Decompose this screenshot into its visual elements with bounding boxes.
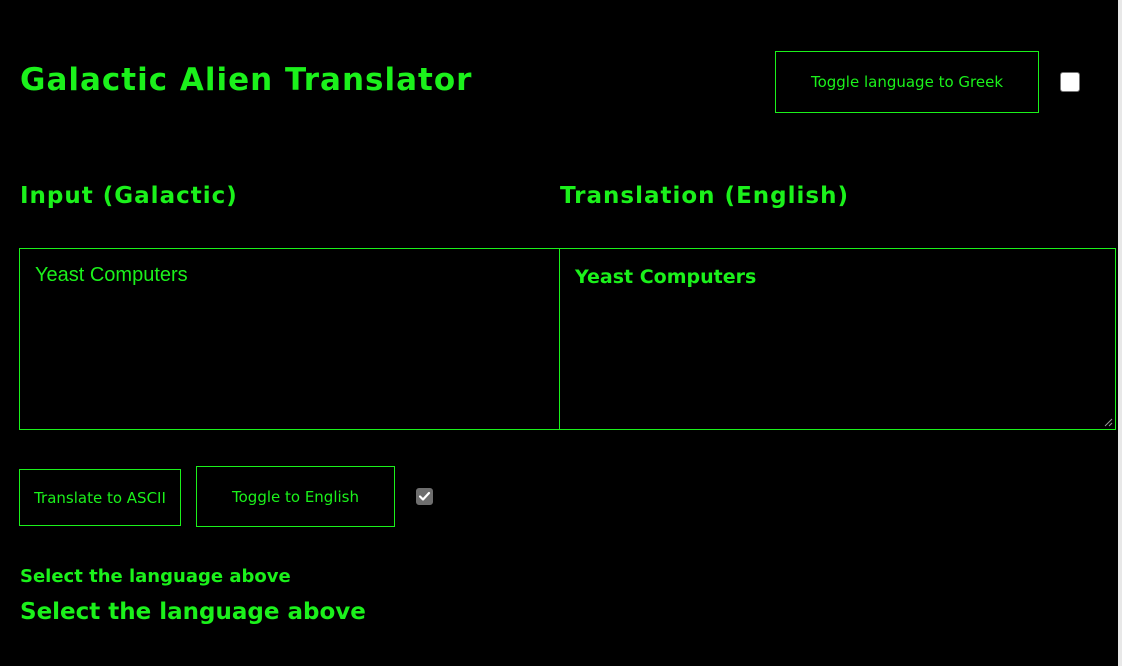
input-label: Input (Galactic) xyxy=(20,183,238,209)
output-text: Yeast Computers xyxy=(575,266,757,288)
input-text: Yeast Computers xyxy=(35,264,188,286)
checkmark-icon xyxy=(418,491,431,501)
page-scrollbar[interactable] xyxy=(1118,0,1122,666)
translate-button-label: Translate to ASCII xyxy=(34,488,166,507)
output-textarea[interactable]: Yeast Computers xyxy=(559,248,1116,430)
toggle-output-checkbox[interactable] xyxy=(416,488,433,505)
translate-button[interactable]: Translate to ASCII xyxy=(19,469,181,526)
footer-line-large: Select the language above xyxy=(20,599,366,625)
toggle-language-label: Toggle language to Greek xyxy=(810,73,1004,91)
toggle-language-button[interactable]: Toggle language to Greek xyxy=(775,51,1039,113)
resize-handle-icon[interactable] xyxy=(1104,418,1113,427)
toggle-output-button[interactable]: Toggle to English xyxy=(196,466,395,527)
output-label: Translation (English) xyxy=(560,183,849,209)
footer-line-small: Select the language above xyxy=(20,566,291,587)
page-title: Galactic Alien Translator xyxy=(20,62,473,98)
toggle-language-checkbox[interactable] xyxy=(1060,72,1080,92)
toggle-output-label: Toggle to English xyxy=(232,487,359,506)
input-textarea[interactable]: Yeast Computers xyxy=(19,248,560,430)
